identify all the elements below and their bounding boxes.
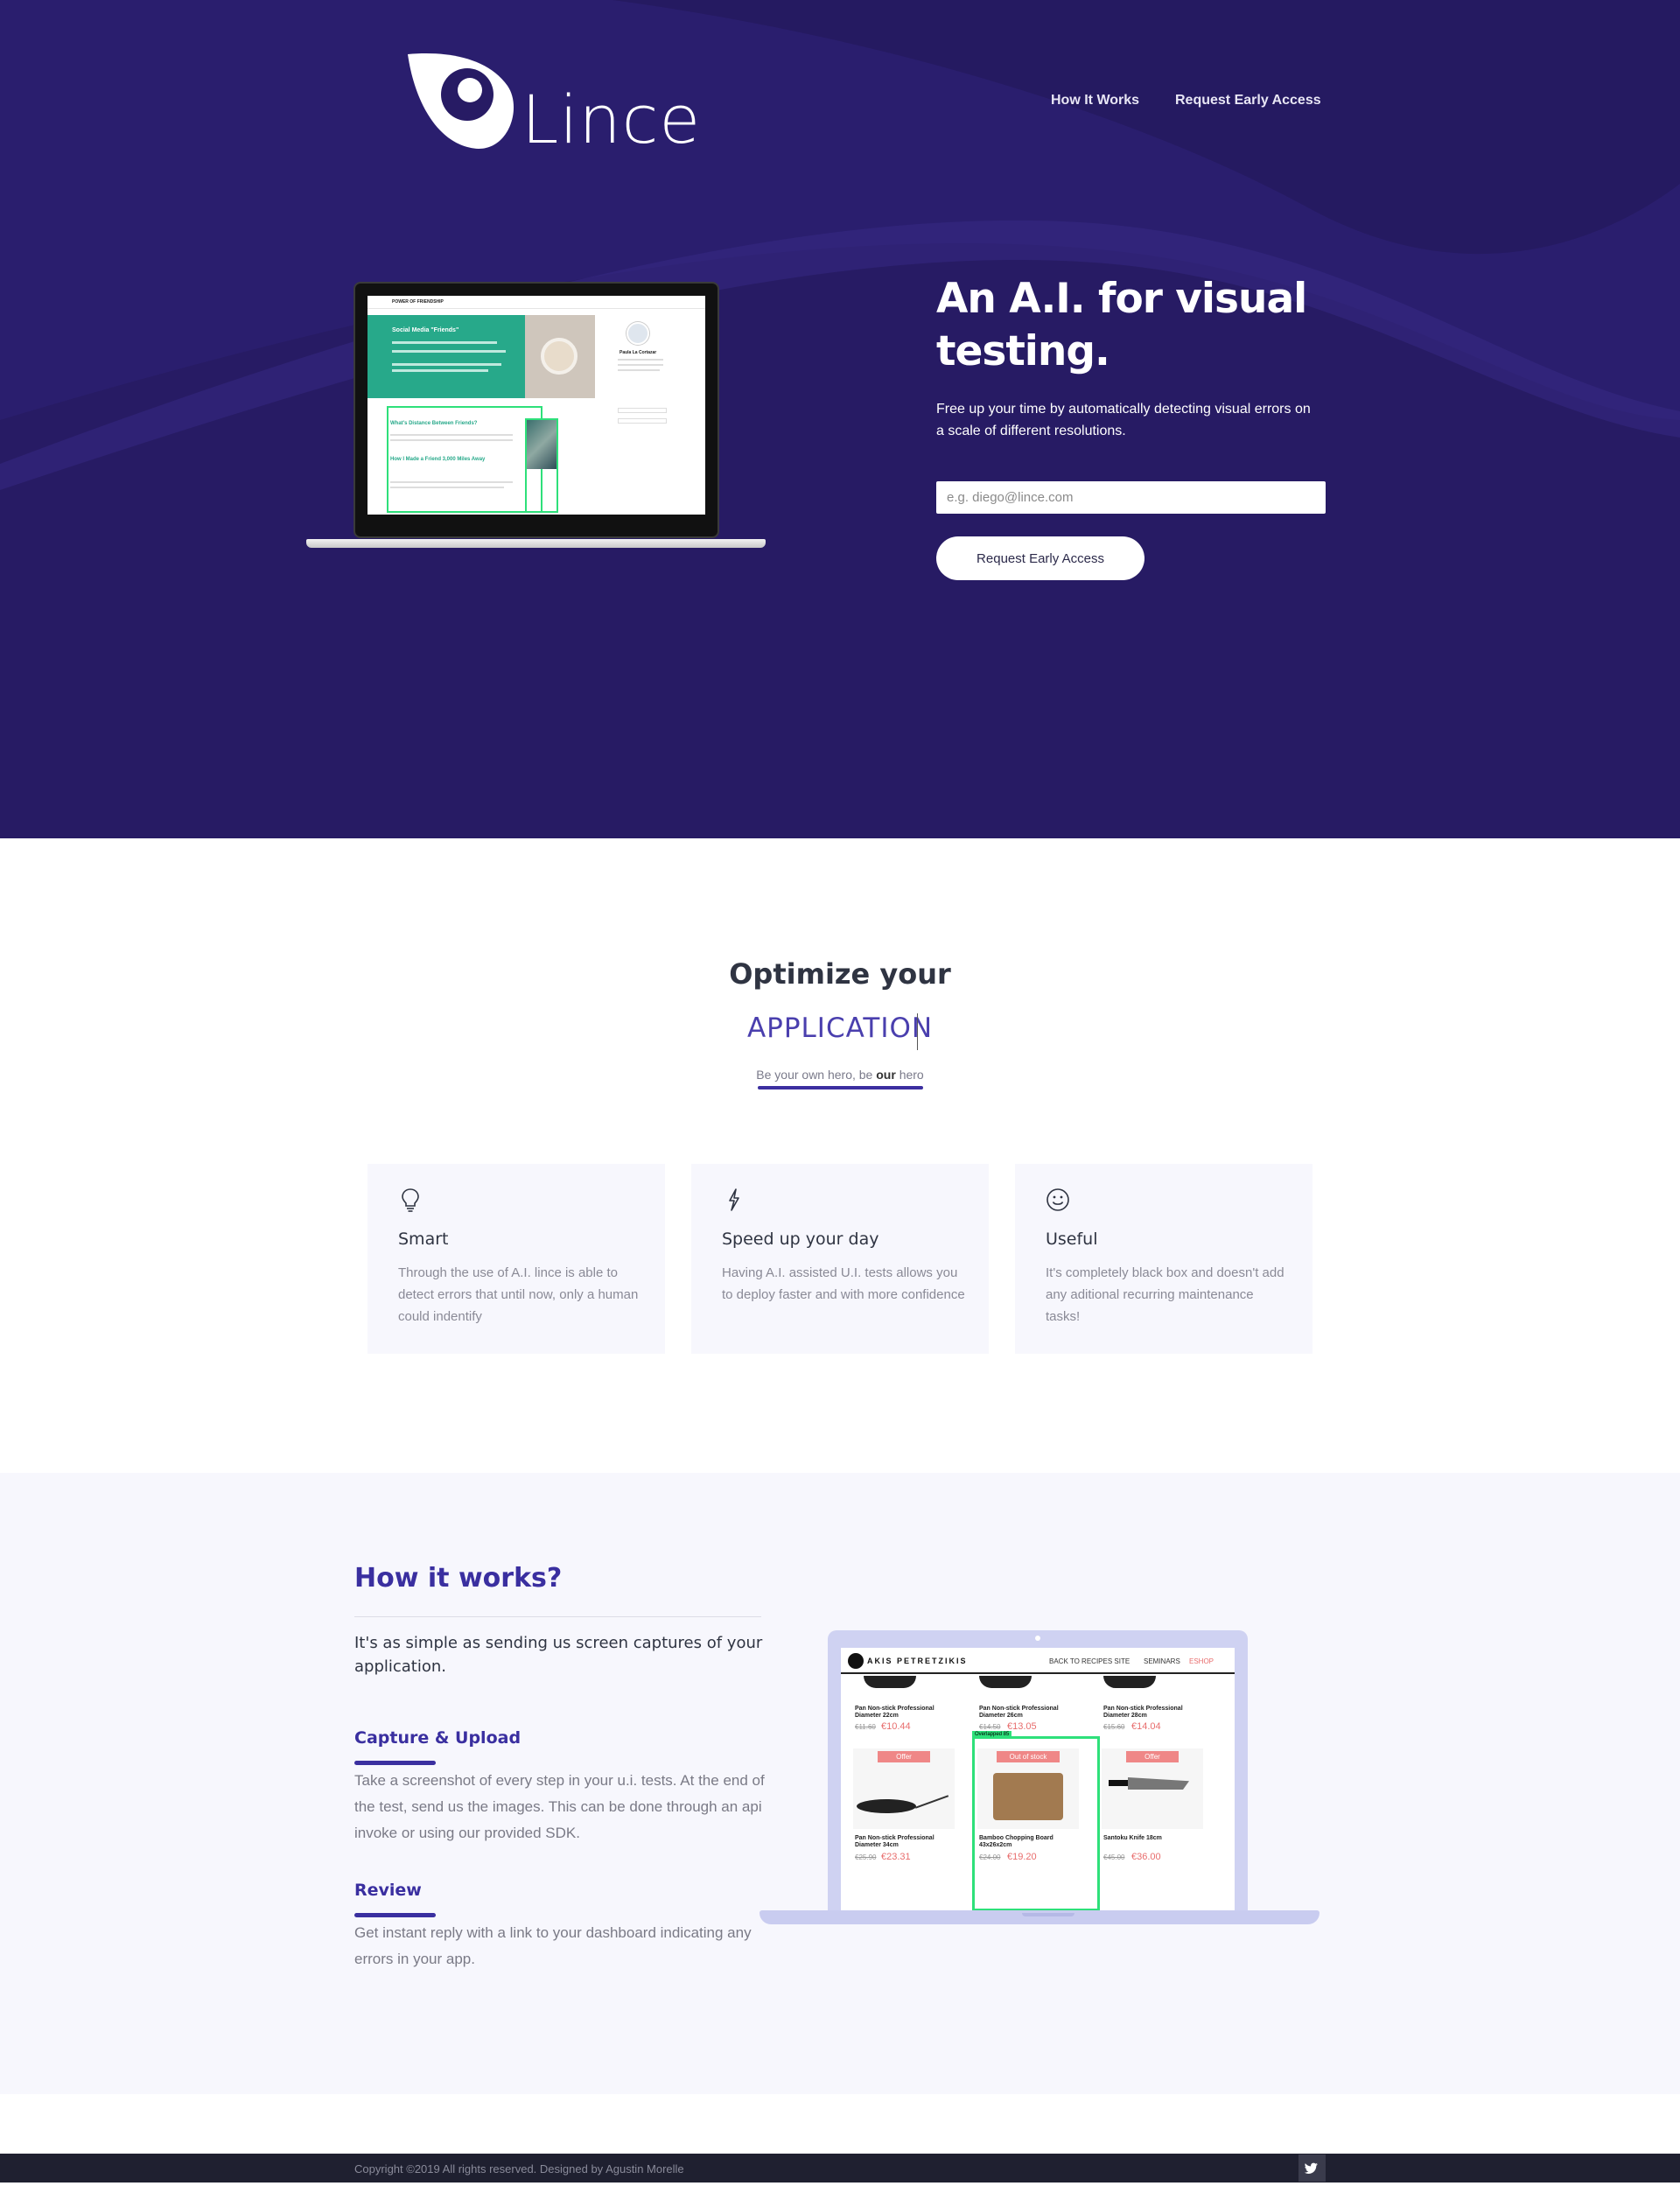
mock-avatar xyxy=(626,322,649,345)
email-input[interactable] xyxy=(936,481,1326,514)
how-title: How it works? xyxy=(354,1563,563,1594)
feature-card-smart: Smart Through the use of A.I. lince is a… xyxy=(368,1164,665,1354)
offer-badge: Offer xyxy=(878,1751,930,1762)
feature-text: Having A.I. assisted U.I. tests allows y… xyxy=(722,1265,965,1302)
typed-word: APPLICATION xyxy=(746,1012,934,1044)
product-price: €14.04 xyxy=(1131,1721,1161,1732)
mock-coffee-image xyxy=(525,315,595,398)
feature-title: Smart xyxy=(398,1230,449,1249)
smiley-icon xyxy=(1046,1188,1069,1211)
step-title: Review xyxy=(354,1881,422,1900)
brand-wordmark[interactable]: Lince xyxy=(522,81,701,158)
mock-sidebar-name: Paula La Cortazar xyxy=(620,350,657,355)
laptop-screen: AKIS PETRETZIKIS BACK TO RECIPES SITE SE… xyxy=(828,1630,1248,1912)
step-text: Take a screenshot of every step in your … xyxy=(354,1772,765,1841)
product-name: Bamboo Chopping Board 43x26x2cm xyxy=(979,1835,1054,1848)
twitter-link[interactable] xyxy=(1298,2154,1326,2182)
feature-title: Useful xyxy=(1046,1230,1098,1249)
shop-nav-eshop: ESHOP xyxy=(1189,1657,1214,1665)
feature-title: Speed up your day xyxy=(722,1230,879,1249)
offer-badge: Offer xyxy=(1126,1751,1179,1762)
product-card xyxy=(855,1676,958,1702)
product-image xyxy=(1103,1676,1156,1688)
shop-nav-recipes: BACK TO RECIPES SITE xyxy=(1049,1657,1130,1665)
typing-caret xyxy=(917,1013,918,1050)
hero-subtitle: Free up your time by automatically detec… xyxy=(936,402,1311,438)
feature-text: Through the use of A.I. lince is able to… xyxy=(398,1265,639,1324)
product-price: €10.44 xyxy=(881,1721,911,1732)
mock-site-title: POWER OF FRIENDSHIP xyxy=(392,299,444,305)
product-image xyxy=(979,1676,1032,1688)
laptop-screen: POWER OF FRIENDSHIP Social Media "Friend… xyxy=(354,282,719,538)
product-name: Pan Non-stick Professional Diameter 22cm xyxy=(855,1706,934,1719)
lightbulb-icon xyxy=(402,1188,419,1212)
product-old-price: €24.00 xyxy=(979,1853,1001,1861)
product-old-price: €14.50 xyxy=(979,1723,1001,1731)
nav-request-access-link[interactable]: Request Early Access xyxy=(1175,93,1321,109)
product-price: €23.31 xyxy=(881,1852,911,1862)
product-old-price: €15.60 xyxy=(1103,1723,1125,1731)
mock-post-1: What's Distance Between Friends? xyxy=(390,421,478,426)
request-early-access-button[interactable]: Request Early Access xyxy=(936,536,1144,580)
laptop-notch xyxy=(1022,1913,1074,1916)
hero-laptop-mockup: POWER OF FRIENDSHIP Social Media "Friend… xyxy=(306,278,766,551)
subtitle-post: hero xyxy=(895,1068,924,1082)
product-name: Pan Non-stick Professional Diameter 28cm xyxy=(1103,1706,1183,1719)
product-old-price: €45.00 xyxy=(1103,1853,1125,1861)
how-lead: It's as simple as sending us screen capt… xyxy=(354,1634,763,1676)
detection-label: Overlapped 85 xyxy=(972,1731,1012,1738)
feature-text: It's completely black box and doesn't ad… xyxy=(1046,1265,1284,1324)
product-price: €36.00 xyxy=(1131,1852,1161,1862)
shop-laptop-mockup: AKIS PETRETZIKIS BACK TO RECIPES SITE SE… xyxy=(760,1630,1320,1928)
step-underline xyxy=(354,1761,436,1765)
shop-nav-seminars: SEMINARS xyxy=(1144,1657,1180,1665)
underline-accent xyxy=(758,1086,923,1089)
subtitle-bold: our xyxy=(876,1068,896,1082)
eshop-screenshot: AKIS PETRETZIKIS BACK TO RECIPES SITE SE… xyxy=(841,1648,1235,1910)
product-name: Santoku Knife 18cm xyxy=(1103,1835,1162,1841)
mock-feature-block: Social Media "Friends" xyxy=(368,315,525,398)
hero-title: An A.I. for visual testing. xyxy=(936,275,1307,375)
laptop-base xyxy=(306,539,766,548)
blog-screenshot: POWER OF FRIENDSHIP Social Media "Friend… xyxy=(368,296,705,515)
detected-error-box xyxy=(972,1736,1100,1910)
footer-copyright: Copyright ©2019 All rights reserved. Des… xyxy=(354,2162,684,2175)
optimize-subtitle: Be your own hero, be our hero xyxy=(0,1068,1680,1082)
shop-brand: AKIS PETRETZIKIS xyxy=(867,1657,968,1665)
feature-card-useful: Useful It's completely black box and doe… xyxy=(1015,1164,1312,1354)
nav-how-it-works-link[interactable]: How It Works xyxy=(1051,93,1139,109)
divider xyxy=(354,1616,761,1617)
step-title: Capture & Upload xyxy=(354,1728,522,1748)
hero-section: Lince How It Works Request Early Access … xyxy=(0,0,1680,838)
twitter-icon xyxy=(1304,2162,1318,2174)
subtitle-pre: Be your own hero, be xyxy=(756,1068,877,1082)
product-old-price: €25.90 xyxy=(855,1853,877,1861)
hero-wave-background xyxy=(0,0,1680,490)
mock-post-2: How I Made a Friend 3,000 Miles Away xyxy=(390,457,486,462)
feature-card-speed: Speed up your day Having A.I. assisted U… xyxy=(691,1164,989,1354)
product-price: €19.20 xyxy=(1007,1852,1037,1862)
step-text: Get instant reply with a link to your da… xyxy=(354,1924,752,1967)
optimize-title: Optimize your xyxy=(729,957,951,991)
product-name: Pan Non-stick Professional Diameter 34cm xyxy=(855,1835,934,1848)
step-underline xyxy=(354,1913,436,1917)
product-name: Pan Non-stick Professional Diameter 26cm xyxy=(979,1706,1059,1719)
lightning-icon xyxy=(729,1188,739,1211)
mock-feature-title: Social Media "Friends" xyxy=(392,327,459,333)
product-old-price: €11.60 xyxy=(855,1723,876,1731)
shop-logo-icon xyxy=(848,1653,864,1669)
footer xyxy=(0,2154,1680,2182)
